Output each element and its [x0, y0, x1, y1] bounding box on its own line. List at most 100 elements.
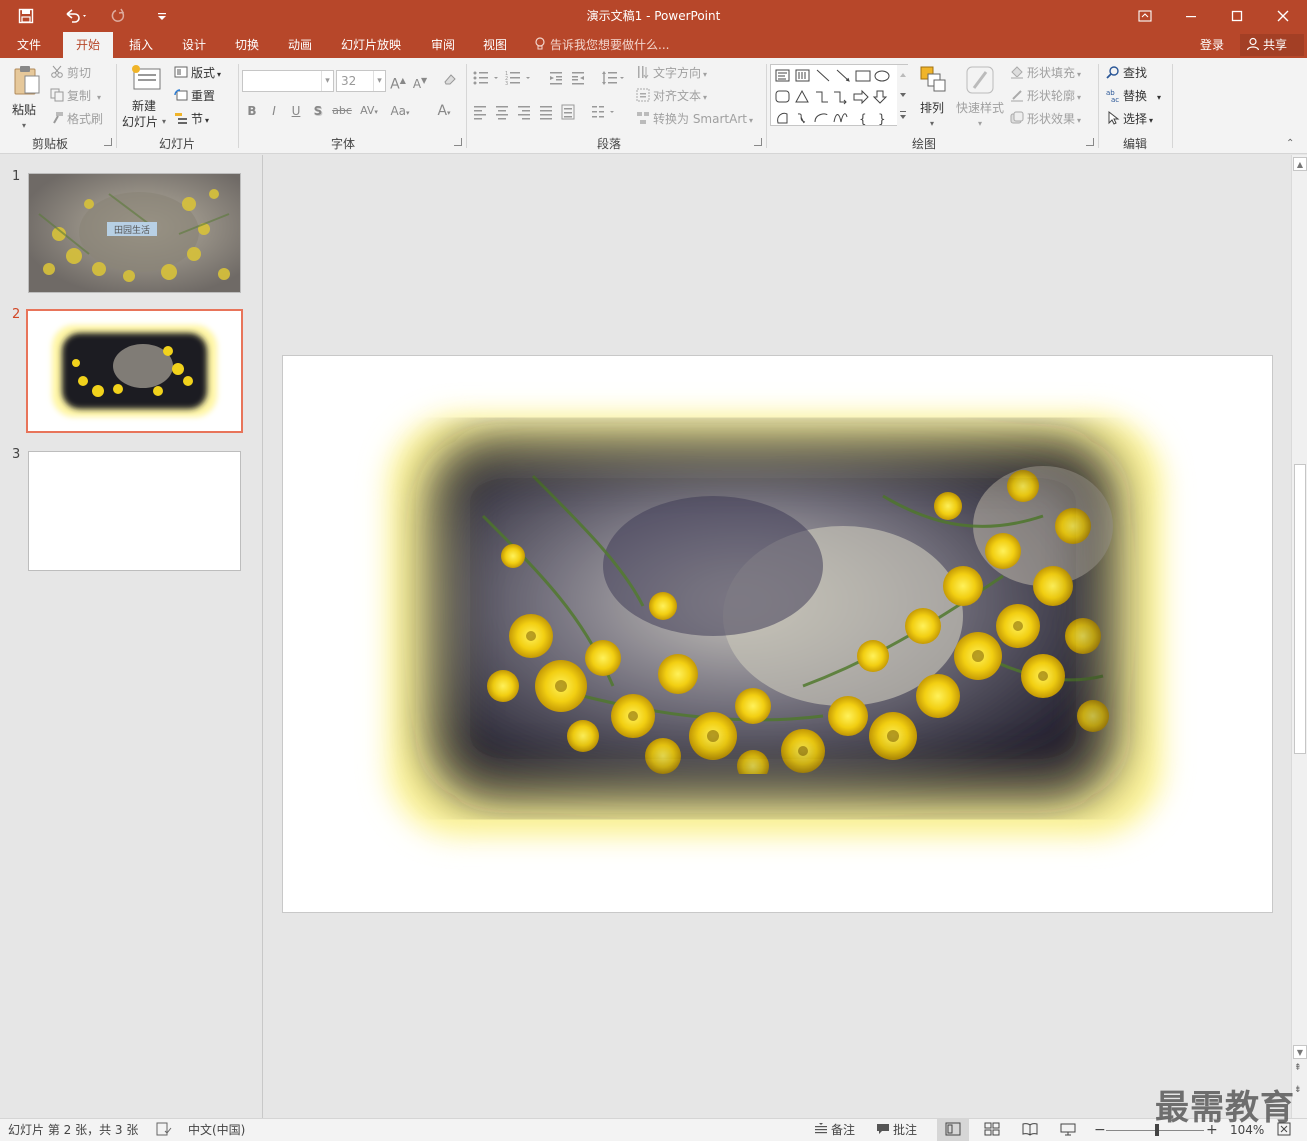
align-text-button[interactable]: 对齐文本 ▾ [636, 86, 707, 106]
close-icon[interactable] [1260, 0, 1306, 32]
layout-icon [174, 66, 188, 78]
paste-button[interactable]: 粘贴 ▾ [10, 64, 44, 130]
font-color-button[interactable]: A▾ [430, 101, 458, 121]
language-status[interactable]: 中文(中国) [188, 1119, 245, 1141]
comment-icon [877, 1124, 889, 1134]
grow-font-button[interactable]: A▲ [388, 71, 408, 93]
convert-smartart-button[interactable]: 转换为 SmartArt ▾ [636, 109, 753, 129]
font-name-combo[interactable]: ▾ [242, 70, 334, 92]
slide-picture[interactable] [283, 356, 1272, 912]
svg-text:}: } [878, 112, 886, 126]
slideshow-view-icon[interactable] [1060, 1119, 1076, 1141]
text-direction-button[interactable]: 文字方向 ▾ [636, 63, 707, 83]
zoom-out-button[interactable]: − [1094, 1119, 1106, 1141]
comments-button[interactable]: 批注 [876, 1119, 917, 1141]
tab-file[interactable]: 文件 [4, 32, 54, 58]
strikethrough-button[interactable]: abc [330, 101, 354, 121]
copy-button[interactable]: 复制 ▾ [50, 86, 101, 106]
drawing-group-label: 绘图 [911, 137, 936, 151]
find-button[interactable]: 查找 [1106, 63, 1147, 83]
drawing-dialog-launcher[interactable] [1086, 138, 1094, 146]
format-painter-label: 格式刷 [67, 112, 104, 126]
clipboard-dialog-launcher[interactable] [104, 138, 112, 146]
normal-view-icon[interactable] [937, 1119, 969, 1141]
shape-fill-label: 形状填充 [1027, 66, 1076, 80]
section-icon [175, 113, 187, 124]
vertical-scrollbar[interactable]: ▲ ▼ ⇞ ⇟ [1291, 155, 1307, 1118]
reading-view-icon[interactable] [1022, 1119, 1038, 1141]
format-painter-button[interactable]: 格式刷 [50, 109, 103, 129]
chevron-down-icon: ▾ [373, 71, 385, 91]
scroll-up-icon[interactable]: ▲ [1293, 157, 1307, 171]
layout-button[interactable]: 版式 ▾ [174, 63, 221, 83]
scroll-down-icon[interactable]: ▼ [1293, 1045, 1307, 1059]
list-buttons-row[interactable]: 123 [472, 70, 632, 86]
collapse-ribbon-icon[interactable]: ⌃ [1286, 138, 1294, 149]
login-link[interactable]: 登录 [1200, 32, 1224, 58]
quick-styles-button[interactable]: 快速样式 ▾ [954, 64, 1006, 130]
font-size-combo[interactable]: 32 ▾ [336, 70, 386, 92]
scissors-icon [51, 65, 63, 78]
shrink-font-button[interactable]: A▼ [410, 71, 430, 91]
smartart-icon [637, 112, 649, 124]
italic-button[interactable]: I [264, 101, 284, 121]
char-spacing-button[interactable]: AV▾ [356, 101, 382, 121]
cut-button[interactable]: 剪切 [50, 63, 91, 83]
font-dialog-launcher[interactable] [454, 138, 462, 146]
share-button[interactable]: 共享 [1240, 34, 1304, 56]
tab-transitions[interactable]: 切换 [222, 32, 272, 58]
paragraph-dialog-launcher[interactable] [754, 138, 762, 146]
shape-effects-button[interactable]: 形状效果 ▾ [1010, 109, 1081, 129]
previous-slide-icon[interactable]: ⇞ [1294, 1063, 1302, 1073]
shapes-gallery[interactable]: { } [770, 64, 909, 127]
shape-outline-button[interactable]: 形状轮廓 ▾ [1010, 86, 1081, 106]
replace-button[interactable]: ab ac 替换 ▾ [1106, 86, 1161, 106]
shape-fill-button[interactable]: 形状填充 ▾ [1010, 63, 1081, 83]
tell-me-box[interactable]: 告诉我您想要做什么... [534, 32, 669, 58]
font-color-label: A [437, 103, 448, 119]
change-case-button[interactable]: Aa▾ [386, 101, 414, 121]
slide-sorter-icon[interactable] [984, 1119, 1000, 1141]
customize-qat-icon[interactable] [148, 0, 176, 32]
tab-insert[interactable]: 插入 [116, 32, 166, 58]
notes-button[interactable]: 备注 [814, 1119, 855, 1141]
slide-thumbnail-1[interactable]: 田园生活 [28, 173, 241, 293]
current-slide[interactable] [282, 355, 1273, 913]
underline-button[interactable]: U [286, 101, 306, 121]
undo-icon[interactable] [58, 0, 94, 32]
ribbon-display-options-icon[interactable] [1122, 0, 1168, 32]
new-slide-button[interactable]: 新建 幻灯片 ▾ [122, 64, 170, 130]
next-slide-icon[interactable]: ⇟ [1294, 1085, 1302, 1095]
slide-number: 1 [12, 169, 21, 184]
select-button[interactable]: 选择 ▾ [1106, 109, 1153, 129]
tab-animations[interactable]: 动画 [275, 32, 325, 58]
minimize-icon[interactable] [1168, 0, 1214, 32]
text-shadow-button[interactable]: S [308, 101, 328, 121]
tab-slideshow[interactable]: 幻灯片放映 [330, 32, 412, 58]
scrollbar-thumb[interactable] [1294, 464, 1306, 754]
maximize-icon[interactable] [1214, 0, 1260, 32]
change-case-label: Aa [390, 104, 407, 118]
clipboard-group-label: 剪贴板 [31, 137, 68, 151]
layout-label: 版式 [191, 66, 216, 80]
redo-icon[interactable] [104, 0, 132, 32]
align-buttons-row[interactable] [472, 104, 632, 120]
tab-home[interactable]: 开始 [63, 32, 113, 58]
clear-format-button[interactable] [440, 71, 460, 91]
save-icon[interactable] [12, 0, 40, 32]
quick-styles-icon [966, 66, 994, 94]
arrange-button[interactable]: 排列 ▾ [916, 64, 950, 130]
tab-review[interactable]: 审阅 [418, 32, 468, 58]
bold-button[interactable]: B [242, 101, 262, 121]
slide-thumbnail-3[interactable] [28, 451, 241, 571]
paint-bucket-icon [1011, 66, 1023, 79]
reset-button[interactable]: 重置 [174, 86, 215, 106]
arrange-dropdown-icon: ▾ [930, 119, 935, 128]
spell-check-icon[interactable] [156, 1119, 172, 1141]
section-button[interactable]: 节 ▾ [174, 109, 209, 129]
tab-design[interactable]: 设计 [169, 32, 219, 58]
cursor-icon [1108, 111, 1120, 125]
tab-view[interactable]: 视图 [470, 32, 520, 58]
slide-thumbnail-2[interactable] [26, 309, 243, 433]
select-label: 选择 [1123, 112, 1148, 126]
